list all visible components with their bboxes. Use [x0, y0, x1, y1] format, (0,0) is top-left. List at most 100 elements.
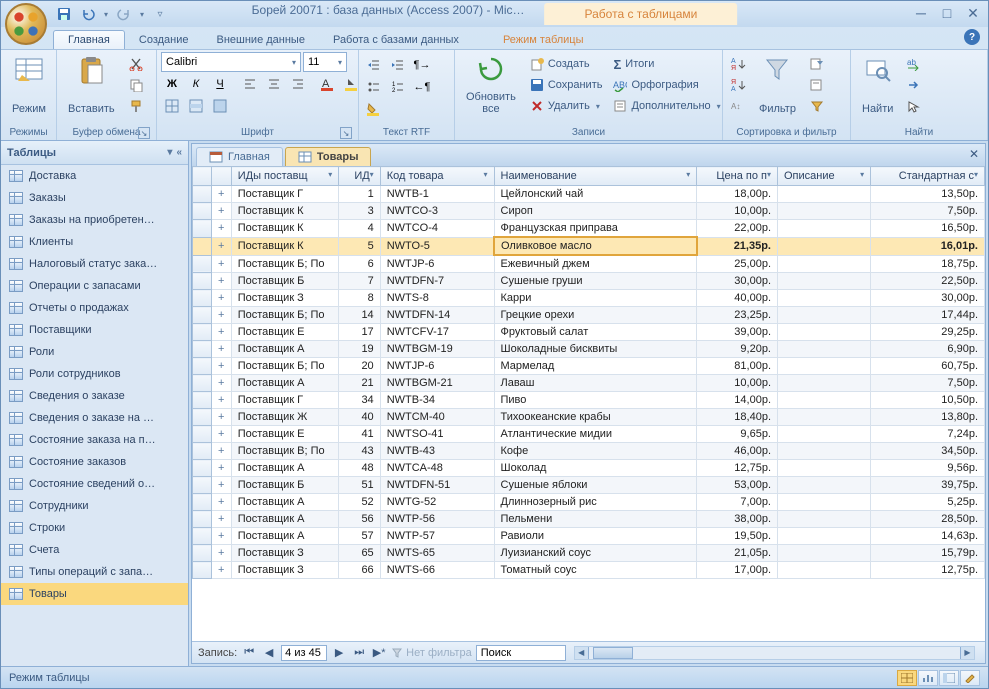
goto-icon[interactable]	[903, 75, 925, 95]
cell-id[interactable]: 40	[339, 409, 380, 426]
datasheet-grid[interactable]: ИДы поставщ▾ИД▾Код товара▾Наименование▾Ц…	[192, 166, 985, 641]
redo-arrow-icon[interactable]: ▾	[137, 3, 147, 25]
cell-description[interactable]	[778, 477, 871, 494]
cell-name[interactable]: Сушеные груши	[494, 273, 697, 290]
table-row[interactable]: +Поставщик А48NWTCA-48Шоколад12,75р.9,56…	[193, 460, 985, 477]
gridlines-alt-row-icon[interactable]	[185, 96, 207, 116]
table-row[interactable]: +Поставщик А21NWTBGM-21Лаваш10,00р.7,50р…	[193, 375, 985, 392]
cell-description[interactable]	[778, 443, 871, 460]
cell-supplier[interactable]: Поставщик Б	[231, 273, 339, 290]
expand-row-icon[interactable]: +	[211, 375, 231, 392]
cell-description[interactable]	[778, 341, 871, 358]
nav-table-item[interactable]: Заказы	[1, 187, 188, 209]
table-row[interactable]: +Поставщик А19NWTBGM-19Шоколадные бискви…	[193, 341, 985, 358]
cell-id[interactable]: 41	[339, 426, 380, 443]
cell-supplier[interactable]: Поставщик А	[231, 375, 339, 392]
expand-row-icon[interactable]: +	[211, 460, 231, 477]
cell-code[interactable]: NWTCM-40	[380, 409, 494, 426]
cell-supplier[interactable]: Поставщик З	[231, 545, 339, 562]
nav-table-item[interactable]: Типы операций с запа…	[1, 561, 188, 583]
first-record-icon[interactable]: ⏮	[241, 645, 257, 661]
cell-standard[interactable]: 13,80р.	[871, 409, 985, 426]
design-view-icon[interactable]	[960, 670, 980, 686]
cell-code[interactable]: NWTB-34	[380, 392, 494, 409]
nav-table-item[interactable]: Счета	[1, 539, 188, 561]
cell-description[interactable]	[778, 460, 871, 477]
nav-dropdown-icon[interactable]: ▾	[167, 147, 172, 158]
expand-row-icon[interactable]: +	[211, 409, 231, 426]
row-selector[interactable]	[193, 426, 212, 443]
tab-home[interactable]: Главная	[53, 30, 125, 49]
row-selector[interactable]	[193, 511, 212, 528]
cell-name[interactable]: Французская приправа	[494, 220, 697, 238]
cell-description[interactable]	[778, 203, 871, 220]
cell-price[interactable]: 9,20р.	[697, 341, 778, 358]
sort-desc-icon[interactable]: ЯА	[727, 75, 749, 95]
record-position-input[interactable]	[281, 645, 327, 661]
selection-filter-icon[interactable]	[806, 54, 828, 74]
cell-description[interactable]	[778, 255, 871, 273]
cell-price[interactable]: 22,00р.	[697, 220, 778, 238]
nav-table-item[interactable]: Операции с запасами	[1, 275, 188, 297]
table-row[interactable]: +Поставщик Б; По14NWTDFN-14Грецкие орехи…	[193, 307, 985, 324]
cell-description[interactable]	[778, 186, 871, 203]
cell-name[interactable]: Грецкие орехи	[494, 307, 697, 324]
nav-table-item[interactable]: Состояние заказа на п…	[1, 429, 188, 451]
table-row[interactable]: +Поставщик З8NWTS-8Карри40,00р.30,00р.	[193, 290, 985, 307]
cell-name[interactable]: Длиннозерный рис	[494, 494, 697, 511]
underline-icon[interactable]: Ч	[209, 74, 231, 94]
row-selector[interactable]	[193, 307, 212, 324]
table-row[interactable]: +Поставщик К5NWTO-5Оливковое масло21,35р…	[193, 237, 985, 255]
cell-name[interactable]: Томатный соус	[494, 562, 697, 579]
table-row[interactable]: +Поставщик А52NWTG-52Длиннозерный рис7,0…	[193, 494, 985, 511]
nav-table-item[interactable]: Товары	[1, 583, 188, 605]
row-selector[interactable]	[193, 562, 212, 579]
expand-row-icon[interactable]: +	[211, 220, 231, 238]
cell-description[interactable]	[778, 220, 871, 238]
cell-code[interactable]: NWTCO-4	[380, 220, 494, 238]
expand-row-icon[interactable]: +	[211, 255, 231, 273]
cell-price[interactable]: 81,00р.	[697, 358, 778, 375]
datasheet-view-icon[interactable]	[897, 670, 917, 686]
row-selector[interactable]	[193, 358, 212, 375]
cell-standard[interactable]: 12,75р.	[871, 562, 985, 579]
cell-price[interactable]: 39,00р.	[697, 324, 778, 341]
horizontal-scrollbar[interactable]: ◀▶	[574, 646, 975, 660]
new-record-icon[interactable]: ▶*	[371, 645, 387, 661]
font-size-combo[interactable]: 11▾	[303, 52, 347, 72]
cell-price[interactable]: 38,00р.	[697, 511, 778, 528]
row-selector[interactable]	[193, 409, 212, 426]
cell-price[interactable]: 21,35р.	[697, 237, 778, 255]
cell-standard[interactable]: 30,00р.	[871, 290, 985, 307]
cell-name[interactable]: Шоколадные бисквиты	[494, 341, 697, 358]
cell-standard[interactable]: 10,50р.	[871, 392, 985, 409]
row-selector[interactable]	[193, 237, 212, 255]
expand-row-icon[interactable]: +	[211, 290, 231, 307]
table-row[interactable]: +Поставщик З66NWTS-66Томатный соус17,00р…	[193, 562, 985, 579]
nav-table-item[interactable]: Заказы на приобретен…	[1, 209, 188, 231]
cell-standard[interactable]: 28,50р.	[871, 511, 985, 528]
cell-description[interactable]	[778, 324, 871, 341]
table-row[interactable]: +Поставщик Г1NWTB-1Цейлонский чай18,00р.…	[193, 186, 985, 203]
expand-row-icon[interactable]: +	[211, 511, 231, 528]
nav-table-item[interactable]: Поставщики	[1, 319, 188, 341]
expand-row-icon[interactable]: +	[211, 358, 231, 375]
spelling-button[interactable]: ABCОрфография	[609, 75, 724, 95]
align-left-icon[interactable]	[239, 74, 261, 94]
cell-name[interactable]: Сироп	[494, 203, 697, 220]
cell-supplier[interactable]: Поставщик З	[231, 290, 339, 307]
cell-description[interactable]	[778, 307, 871, 324]
cell-description[interactable]	[778, 273, 871, 290]
help-icon[interactable]: ?	[964, 29, 980, 45]
expand-row-icon[interactable]: +	[211, 562, 231, 579]
minimize-button[interactable]: ─	[912, 5, 930, 21]
row-selector[interactable]	[193, 220, 212, 238]
bullets-icon[interactable]	[363, 77, 385, 97]
cell-standard[interactable]: 16,50р.	[871, 220, 985, 238]
cell-id[interactable]: 52	[339, 494, 380, 511]
column-header[interactable]: Стандартная с▾	[871, 167, 985, 186]
cell-code[interactable]: NWTB-1	[380, 186, 494, 203]
table-row[interactable]: +Поставщик В; По43NWTB-43Кофе46,00р.34,5…	[193, 443, 985, 460]
expand-row-icon[interactable]: +	[211, 494, 231, 511]
nav-table-item[interactable]: Роли	[1, 341, 188, 363]
